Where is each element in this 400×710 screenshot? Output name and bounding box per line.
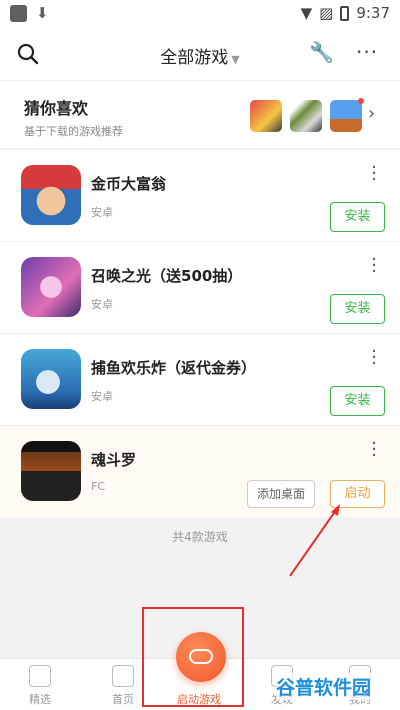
- annotation-arrow: [289, 504, 340, 577]
- nav-featured[interactable]: 精选: [10, 659, 70, 707]
- star-icon: [29, 665, 51, 687]
- watermark: 谷普软件园: [276, 673, 372, 700]
- home-icon: [112, 665, 134, 687]
- highlight-box: [142, 607, 244, 707]
